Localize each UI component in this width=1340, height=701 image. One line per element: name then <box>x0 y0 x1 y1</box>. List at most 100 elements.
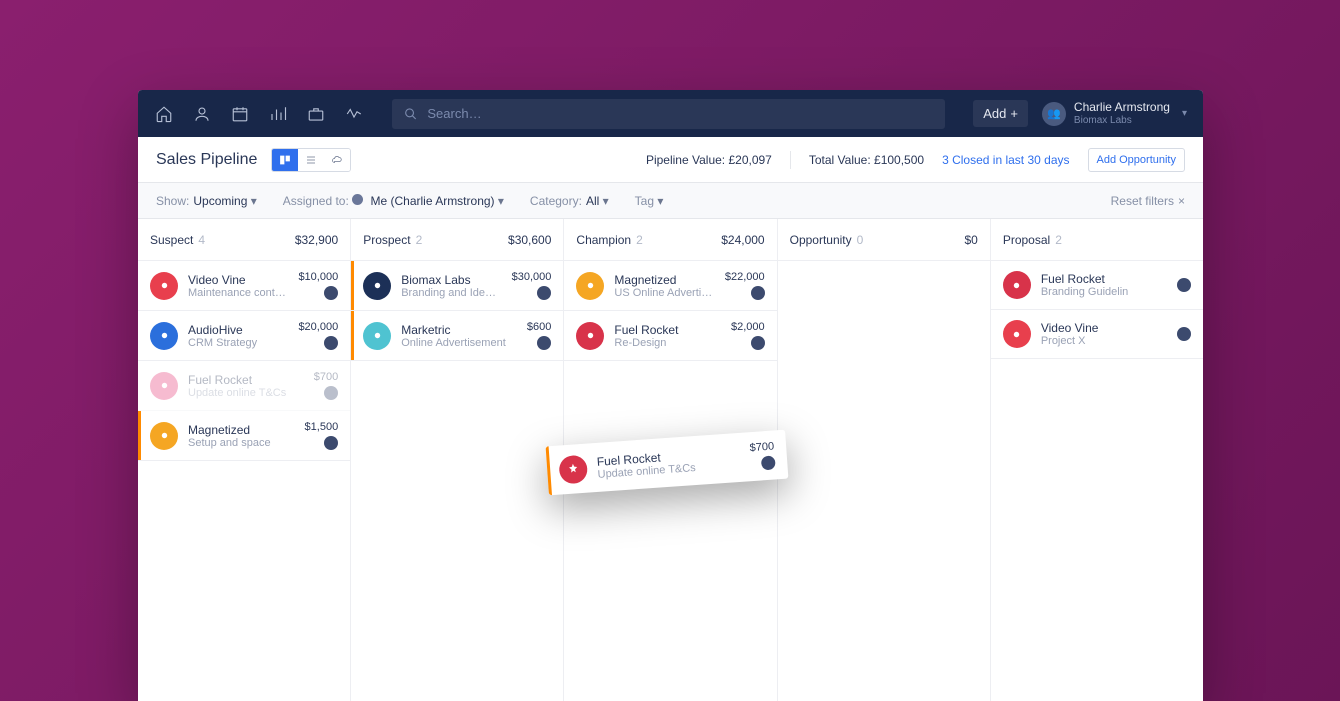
filter-tag[interactable]: Tag ▾ <box>635 194 664 208</box>
card-amount: $22,000 <box>725 271 765 283</box>
column-title: Suspect <box>150 233 193 247</box>
column-title: Prospect <box>363 233 410 247</box>
filter-show[interactable]: Show:Upcoming ▾ <box>156 194 257 208</box>
opportunity-card[interactable]: Fuel RocketUpdate online T&Cs $700 <box>138 361 350 411</box>
view-list-button[interactable] <box>298 149 324 171</box>
opportunity-card[interactable]: AudioHiveCRM Strategy $20,000 <box>138 311 350 361</box>
close-icon: × <box>1178 194 1185 208</box>
opportunity-card[interactable]: Video VineProject X <box>991 310 1203 359</box>
company-icon <box>1003 271 1031 299</box>
card-title: Fuel Rocket <box>1041 272 1167 286</box>
card-title: Fuel Rocket <box>188 373 304 387</box>
card-right: $700 <box>314 371 338 400</box>
assignee-avatar <box>751 286 765 300</box>
page-title: Sales Pipeline <box>156 151 257 169</box>
closed-link[interactable]: 3 Closed in last 30 days <box>942 153 1069 167</box>
company-icon <box>576 322 604 350</box>
kanban-column: Suspect 4 $32,900 Video VineMaintenance con… <box>138 219 351 701</box>
company-icon <box>150 422 178 450</box>
card-subtitle: Branding Guidelin <box>1041 286 1167 298</box>
column-value: $30,600 <box>508 233 551 247</box>
card-body: Video VineMaintenance contract <box>188 273 288 299</box>
card-amount: $30,000 <box>512 271 552 283</box>
column-header: Suspect 4 $32,900 <box>138 219 350 261</box>
opportunity-card[interactable]: Fuel RocketRe-Design$2,000 <box>564 311 776 361</box>
nav-icons <box>154 104 364 124</box>
filter-assigned[interactable]: Assigned to: Me (Charlie Armstrong) ▾ <box>283 194 504 208</box>
filter-category[interactable]: Category:All ▾ <box>530 194 609 208</box>
opportunity-card[interactable]: Biomax LabsBranding and Identity$30,000 <box>351 261 563 311</box>
card-right: $20,000 <box>298 321 338 350</box>
assignee-avatar <box>537 286 551 300</box>
chart-icon[interactable] <box>268 104 288 124</box>
card-right: $22,000 <box>725 271 765 300</box>
view-board-button[interactable] <box>272 149 298 171</box>
company-icon <box>150 322 178 350</box>
assignee-avatar <box>324 286 338 300</box>
column-title: Opportunity <box>790 233 852 247</box>
calendar-icon[interactable] <box>230 104 250 124</box>
card-body: MagnetizedSetup and space <box>188 423 295 449</box>
card-body: Video VineProject X <box>1041 321 1167 347</box>
view-cloud-button[interactable] <box>324 149 350 171</box>
opportunity-card[interactable]: MagnetizedSetup and space $1,500 <box>138 411 350 461</box>
user-menu[interactable]: 👥 Charlie Armstrong Biomax Labs ▾ <box>1042 101 1187 125</box>
activity-icon[interactable] <box>344 104 364 124</box>
card-amount: $700 <box>749 441 774 455</box>
assignee-avatar <box>761 455 776 470</box>
separator <box>790 151 791 169</box>
column-value: $32,900 <box>295 233 338 247</box>
reset-filters-button[interactable]: Reset filters × <box>1111 194 1185 208</box>
column-cards <box>778 261 990 701</box>
add-opportunity-button[interactable]: Add Opportunity <box>1088 148 1186 172</box>
card-subtitle: Project X <box>1041 335 1167 347</box>
column-count: 2 <box>416 233 423 247</box>
add-button-label: Add <box>983 106 1006 121</box>
company-icon <box>576 272 604 300</box>
person-icon[interactable] <box>192 104 212 124</box>
company-icon <box>150 272 178 300</box>
opportunity-card[interactable]: MagnetizedUS Online Advertiseme… $22,000 <box>564 261 776 311</box>
card-body: Fuel RocketUpdate online T&Cs <box>188 373 304 399</box>
chevron-down-icon: ▾ <box>1182 108 1187 119</box>
card-right: $1,500 <box>305 421 339 450</box>
card-amount: $600 <box>527 321 551 333</box>
column-header: Proposal2 <box>991 219 1203 261</box>
card-body: MarketricOnline Advertisement <box>401 323 517 349</box>
topbar-right: Add + 👥 Charlie Armstrong Biomax Labs ▾ <box>973 100 1187 127</box>
card-right: $700 <box>749 441 775 472</box>
user-name: Charlie Armstrong <box>1074 101 1170 114</box>
card-subtitle: US Online Advertiseme… <box>614 287 714 299</box>
company-icon <box>558 454 588 484</box>
card-title: Magnetized <box>614 273 714 287</box>
opportunity-card[interactable]: Fuel RocketBranding Guidelin <box>991 261 1203 310</box>
column-count: 2 <box>1055 233 1062 247</box>
card-subtitle: Update online T&Cs <box>188 387 304 399</box>
card-title: Biomax Labs <box>401 273 501 287</box>
assignee-avatar <box>324 336 338 350</box>
card-body: Fuel Rocket Update online T&Cs <box>596 444 741 480</box>
assignee-avatar <box>324 436 338 450</box>
kanban-column: Prospect 2 $30,600 Biomax LabsBranding and … <box>351 219 564 701</box>
card-title: Marketric <box>401 323 517 337</box>
avatar-icon <box>352 194 363 205</box>
opportunity-card[interactable]: MarketricOnline Advertisement $600 <box>351 311 563 361</box>
subheader: Sales Pipeline Pipeline Value: £20,097 T… <box>138 137 1203 183</box>
card-body: Fuel RocketBranding Guidelin <box>1041 272 1167 298</box>
plus-icon: + <box>1010 106 1018 121</box>
opportunity-card[interactable]: Video VineMaintenance contract $10,000 <box>138 261 350 311</box>
add-button[interactable]: Add + <box>973 100 1028 127</box>
view-toggle <box>271 148 351 172</box>
card-right: $10,000 <box>298 271 338 300</box>
card-body: AudioHiveCRM Strategy <box>188 323 288 349</box>
home-icon[interactable] <box>154 104 174 124</box>
column-cards: Video VineMaintenance contract $10,000 Aud… <box>138 261 350 701</box>
column-count: 2 <box>636 233 643 247</box>
column-count: 4 <box>198 233 205 247</box>
user-org: Biomax Labs <box>1074 115 1170 126</box>
search-bar[interactable] <box>392 99 945 129</box>
search-input[interactable] <box>427 106 933 121</box>
briefcase-icon[interactable] <box>306 104 326 124</box>
card-amount: $2,000 <box>731 321 765 333</box>
card-title: AudioHive <box>188 323 288 337</box>
